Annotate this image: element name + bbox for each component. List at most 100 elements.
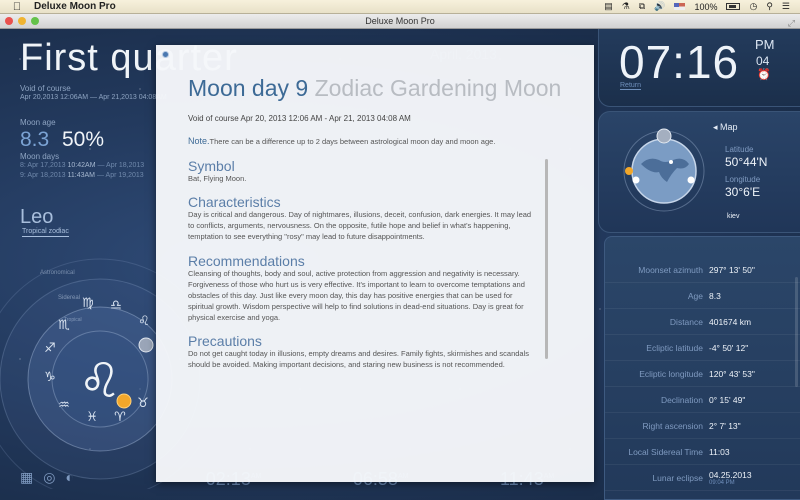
globe-moon-icon xyxy=(656,128,672,144)
capricorn-glyph: ♑ xyxy=(44,370,56,385)
moon-day-start-date: Apr 17,2013 xyxy=(27,162,66,169)
clock-menu-icon[interactable]: ◷ xyxy=(749,1,757,12)
notification-center-icon[interactable]: ☰ xyxy=(782,1,790,12)
window-titlebar: Deluxe Moon Pro ⤢ xyxy=(0,14,800,29)
apple-menu-icon[interactable]:  xyxy=(0,1,34,13)
taurus-glyph: ♉ xyxy=(137,396,149,411)
moon-data-panel: Moonset azimuth 297° 13' 50" Age 8.3 Dista… xyxy=(604,236,800,500)
latitude-label: Latitude xyxy=(725,145,754,154)
dialog-content[interactable]: Moon day 9 Zodiac Gardening Moon Void of… xyxy=(188,75,561,371)
dialog-note: Note.There can be a difference up to 2 d… xyxy=(188,135,538,148)
map-link[interactable]: ◂ Map xyxy=(713,122,738,133)
void-of-course-value: Apr 20,2013 12:06AM — Apr 21,2013 04:08A… xyxy=(20,94,167,101)
section-text-symbol: Bat, Flying Moon. xyxy=(188,173,247,183)
mirror-icon[interactable]: ⧉ xyxy=(639,1,645,12)
section-text-recommendations: Cleansing of thoughts, body and soul, ac… xyxy=(188,269,525,322)
section-heading-symbol: Symbol xyxy=(188,157,235,174)
battery-icon[interactable] xyxy=(726,3,741,10)
zodiac-type-link[interactable]: Tropical zodiac xyxy=(22,228,69,237)
data-panel-scrollbar[interactable] xyxy=(795,277,798,387)
location-panel: ◂ Map Latitude 50°44'N Longitude 30°6'E … xyxy=(598,111,800,233)
longitude-value: 30°6'E xyxy=(725,185,761,199)
moon-age-label: Moon age xyxy=(20,118,56,127)
dialog-scrollbar[interactable] xyxy=(545,159,548,359)
moon-age-value: 8.3 xyxy=(20,128,50,151)
moon-day-dialog: Moon day 9 Zodiac Gardening Moon Void of… xyxy=(156,45,594,482)
return-link[interactable]: Return xyxy=(620,82,642,90)
moon-phases-icon[interactable]: ◐ xyxy=(65,469,73,486)
dialog-title: Moon day 9 Zodiac Gardening Moon xyxy=(188,75,561,102)
section-heading-recommendations: Recommendations xyxy=(188,253,305,270)
illumination-value: 50% xyxy=(62,128,105,151)
moon-day-row: 8: Apr 17,2013 10:42AM — Apr 18,2013 xyxy=(20,162,144,169)
close-window-button[interactable] xyxy=(5,17,13,25)
data-row-ecliptic-latitude: Ecliptic latitude -4° 50' 12" xyxy=(605,335,800,361)
clock-time: 07:16 xyxy=(619,36,740,88)
display-icon[interactable]: ▤ xyxy=(604,1,613,12)
window-title: Deluxe Moon Pro xyxy=(365,16,435,26)
battery-percent[interactable]: 100% xyxy=(694,2,717,12)
note-text: There can be a difference up to 2 days b… xyxy=(209,137,496,146)
longitude-label: Longitude xyxy=(725,175,761,184)
moon-days-label: Moon days xyxy=(20,152,60,161)
grid-view-icon[interactable]: ▦ xyxy=(20,469,33,486)
pisces-glyph: ♓ xyxy=(86,410,98,425)
section-heading-characteristics: Characteristics xyxy=(188,194,281,211)
section-text-precautions: Do not get caught today in illusions, em… xyxy=(188,349,529,370)
bottom-toolbar: ▦ ◎ ◐ xyxy=(20,469,74,486)
timemachine-icon[interactable]: ⚗ xyxy=(622,1,630,12)
data-row-moonset-azimuth: Moonset azimuth 297° 13' 50" xyxy=(605,257,800,283)
astronomical-label: Astronomical xyxy=(40,270,75,276)
location-marker-icon xyxy=(669,160,673,164)
latitude-value: 50°44'N xyxy=(725,155,768,169)
data-row-distance: Distance 401674 km xyxy=(605,309,800,335)
target-icon[interactable]: ◎ xyxy=(43,469,55,486)
data-row-lunar-eclipse: Lunar eclipse 04.25.2013 09:04 PM xyxy=(605,465,800,491)
app-menu[interactable]: Deluxe Moon Pro xyxy=(34,1,116,12)
moon-day-start-time: 10:42AM xyxy=(67,162,96,169)
aries-glyph: ♈ xyxy=(114,410,126,425)
data-row-declination: Declination 0° 15' 49" xyxy=(605,387,800,413)
dialog-void-of-course: Void of course Apr 20, 2013 12:06 AM - A… xyxy=(188,114,411,123)
moonset-marker-icon xyxy=(687,176,695,184)
clock-ampm: PM xyxy=(755,37,775,52)
note-label: Note. xyxy=(188,136,210,146)
moon-day-title: Moon day 9 xyxy=(188,75,309,101)
alarm-clock-icon[interactable]: ⏰ xyxy=(757,68,771,81)
moon-day-start-date: Apr 18,2013 xyxy=(27,172,66,179)
moon-day-end: — Apr 18,2013 xyxy=(97,162,145,169)
moon-day-number: 9: xyxy=(20,172,26,179)
zodiac-sign: Leo xyxy=(20,206,54,228)
status-area: ▤ ⚗ ⧉ 🔊 100% ◷ ⚲ ☰ xyxy=(604,1,800,12)
data-row-right-ascension: Right ascension 2° 7' 13" xyxy=(605,413,800,439)
leo-glyph: ♌ xyxy=(138,314,150,329)
moon-day-row: 9: Apr 18,2013 11:43AM — Apr 19,2013 xyxy=(20,172,144,179)
globe-sun-icon xyxy=(625,167,633,175)
section-heading-precautions: Precautions xyxy=(188,333,262,350)
section-text-characteristics: Day is critical and dangerous. Day of ni… xyxy=(188,210,532,242)
moon-day-number: 8: xyxy=(20,162,26,169)
clock-seconds: 04 xyxy=(756,54,770,68)
sagittarius-glyph: ♐ xyxy=(44,341,56,356)
spotlight-search-icon[interactable]: ⚲ xyxy=(766,1,773,12)
app-main: First quarter Void of course Apr 20,2013… xyxy=(0,29,800,500)
minimize-window-button[interactable] xyxy=(18,17,26,25)
virgo-glyph: ♍ xyxy=(82,296,94,311)
globe-icon[interactable] xyxy=(619,124,709,214)
data-row-ecliptic-longitude: Ecliptic longitude 120° 43' 53" xyxy=(605,361,800,387)
input-source-flag-icon[interactable] xyxy=(674,3,686,10)
leo-center-glyph: ♌ xyxy=(78,353,121,409)
city-name[interactable]: kiev xyxy=(727,213,739,220)
moon-day-end: — Apr 19,2013 xyxy=(96,172,144,179)
aquarius-glyph: ♒ xyxy=(58,398,70,413)
data-row-age: Age 8.3 xyxy=(605,283,800,309)
clock-panel: 07:16 PM 04 ⏰ Return xyxy=(598,29,800,107)
zoom-window-button[interactable] xyxy=(31,17,39,25)
moon-day-start-time: 11:43AM xyxy=(67,172,96,179)
libra-glyph: ♎ xyxy=(110,298,122,313)
moon-phase-panel: First quarter Void of course Apr 20,2013… xyxy=(0,29,237,500)
volume-icon[interactable]: 🔊 xyxy=(654,1,665,12)
dialog-close-dot[interactable] xyxy=(162,51,169,58)
sun-marker-icon xyxy=(116,393,132,409)
scorpio-glyph: ♏ xyxy=(58,318,70,333)
